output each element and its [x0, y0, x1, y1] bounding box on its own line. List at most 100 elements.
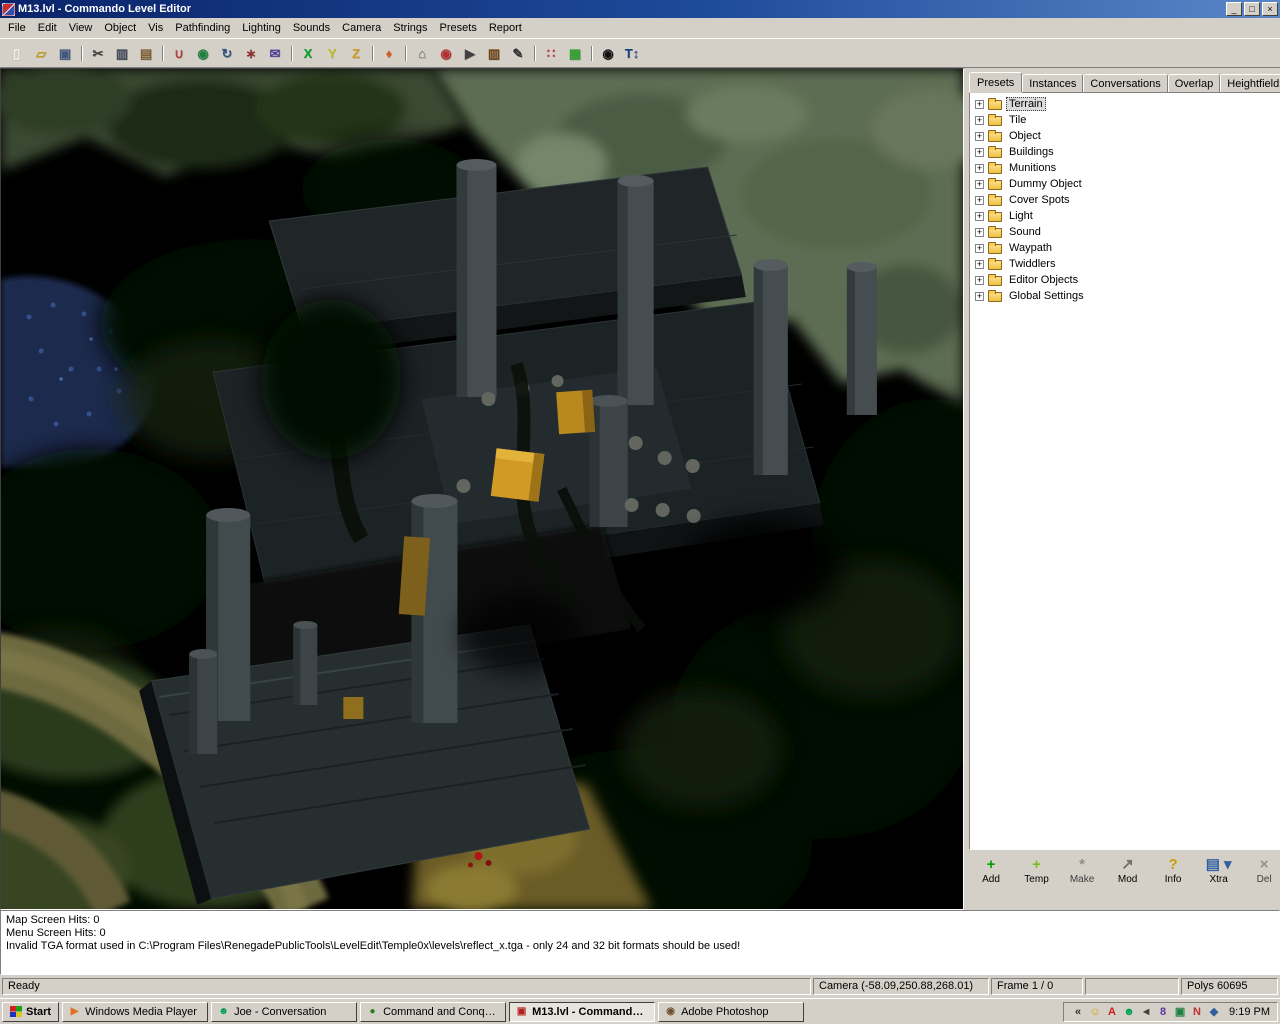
tree-item[interactable]: + Dummy Object	[972, 176, 1280, 192]
tree-item[interactable]: + Global Settings	[972, 288, 1280, 304]
preset-action-button[interactable]: ▤ ▾ Xtra	[1201, 855, 1237, 893]
preset-action-button[interactable]: ? Info	[1155, 855, 1191, 893]
expand-icon[interactable]: +	[975, 260, 984, 269]
menu-item[interactable]: File	[2, 19, 32, 37]
toolbar-button[interactable]: ▦	[563, 42, 587, 65]
toolbar-button[interactable]: ◉	[596, 42, 620, 65]
tree-item[interactable]: + Twiddlers	[972, 256, 1280, 272]
tree-item[interactable]: + Light	[972, 208, 1280, 224]
task-app-icon: ●	[366, 1005, 379, 1018]
expand-icon[interactable]: +	[975, 292, 984, 301]
toolbar-button[interactable]: ▱	[29, 42, 53, 65]
preset-action-button[interactable]: ↗ Mod	[1110, 855, 1146, 893]
toolbar-button[interactable]: ▤	[134, 42, 158, 65]
expand-icon[interactable]: +	[975, 148, 984, 157]
toolbar-button[interactable]: Z	[344, 42, 368, 65]
expand-icon[interactable]: +	[975, 132, 984, 141]
tree-item[interactable]: + Munitions	[972, 160, 1280, 176]
menu-item[interactable]: Presets	[434, 19, 483, 37]
preset-action-button[interactable]: + Temp	[1019, 855, 1055, 893]
taskbar-clock[interactable]: 9:19 PM	[1224, 1006, 1270, 1018]
toolbar-button[interactable]: ↻	[215, 42, 239, 65]
menu-item[interactable]: Camera	[336, 19, 387, 37]
panel-tab[interactable]: Presets	[969, 72, 1022, 92]
window-control-button[interactable]: ×	[1262, 2, 1278, 16]
expand-icon[interactable]: +	[975, 164, 984, 173]
tree-item[interactable]: + Buildings	[972, 144, 1280, 160]
toolbar-button[interactable]: ▯	[5, 42, 29, 65]
toolbar-button[interactable]: ▣	[53, 42, 77, 65]
menu-item[interactable]: Report	[483, 19, 528, 37]
preset-action-button[interactable]: × Del	[1246, 855, 1280, 893]
panel-tab[interactable]: Instances	[1022, 74, 1083, 92]
menu-item[interactable]: View	[63, 19, 99, 37]
menu-item[interactable]: Edit	[32, 19, 63, 37]
menu-item[interactable]: Pathfinding	[169, 19, 236, 37]
toolbar-button[interactable]: X	[296, 42, 320, 65]
toolbar-button[interactable]: ▶	[458, 42, 482, 65]
menu-item[interactable]: Sounds	[287, 19, 336, 37]
output-log[interactable]: Map Screen Hits: 0 Menu Screen Hits: 0 I…	[0, 910, 1280, 975]
toolbar-button[interactable]: ◉	[434, 42, 458, 65]
toolbar-button[interactable]: ◉	[191, 42, 215, 65]
toolbar-button[interactable]: ∷	[539, 42, 563, 65]
toolbar-button[interactable]: ▥	[110, 42, 134, 65]
menu-item[interactable]: Object	[98, 19, 142, 37]
taskbar-task-button[interactable]: ▶ Windows Media Player	[62, 1002, 208, 1022]
panel-tab[interactable]: Conversations	[1083, 74, 1167, 92]
tree-item[interactable]: + Waypath	[972, 240, 1280, 256]
toolbar-button[interactable]: ♦	[377, 42, 401, 65]
expand-icon[interactable]: +	[975, 228, 984, 237]
folder-icon	[988, 212, 1002, 222]
panel-tab[interactable]: Heightfield	[1220, 74, 1280, 92]
tray-icon[interactable]: N	[1190, 1004, 1204, 1020]
presets-tree[interactable]: + Terrain + Tile + Object	[969, 92, 1280, 850]
toolbar-button[interactable]: ⌂	[410, 42, 434, 65]
expand-icon[interactable]: +	[975, 180, 984, 189]
window-control-button[interactable]: □	[1244, 2, 1260, 16]
toolbar-button[interactable]: T↕	[620, 42, 644, 65]
expand-icon[interactable]: +	[975, 212, 984, 221]
toolbar-button[interactable]: ✉	[263, 42, 287, 65]
tray-icon[interactable]: ☻	[1122, 1004, 1136, 1020]
taskbar-task-button[interactable]: ● Command and Conquer: ...	[360, 1002, 506, 1022]
toolbar-button[interactable]: Y	[320, 42, 344, 65]
panel-tab[interactable]: Overlap	[1168, 74, 1221, 92]
tray-icon[interactable]: A	[1105, 1004, 1119, 1020]
menu-item[interactable]: Strings	[387, 19, 433, 37]
toolbar-button-icon: ∷	[547, 47, 555, 60]
preset-action-button[interactable]: + Add	[973, 855, 1009, 893]
tray-icon[interactable]: ▣	[1173, 1004, 1187, 1020]
tray-icon[interactable]: 8	[1156, 1004, 1170, 1020]
expand-icon[interactable]: +	[975, 244, 984, 253]
tray-icon[interactable]: ◄	[1139, 1004, 1153, 1020]
tray-icon[interactable]: ◆	[1207, 1004, 1221, 1020]
toolbar-button[interactable]: ✎	[506, 42, 530, 65]
expand-icon[interactable]: +	[975, 116, 984, 125]
preset-action-button[interactable]: * Make	[1064, 855, 1100, 893]
taskbar-task-button[interactable]: ▣ M13.lvl - Commando ...	[509, 1002, 655, 1022]
tray-icon[interactable]: «	[1071, 1004, 1085, 1020]
toolbar-button[interactable]: ∪	[167, 42, 191, 65]
expand-icon[interactable]: +	[975, 100, 984, 109]
window-control-button[interactable]: _	[1226, 2, 1242, 16]
menu-item[interactable]: Vis	[142, 19, 169, 37]
start-button[interactable]: Start	[2, 1002, 59, 1022]
tree-item[interactable]: + Cover Spots	[972, 192, 1280, 208]
tree-item[interactable]: + Tile	[972, 112, 1280, 128]
tree-item[interactable]: + Sound	[972, 224, 1280, 240]
toolbar-button[interactable]: ∗	[239, 42, 263, 65]
taskbar-task-button[interactable]: ◉ Adobe Photoshop	[658, 1002, 804, 1022]
toolbar-button[interactable]: ▥	[482, 42, 506, 65]
expand-icon[interactable]: +	[975, 196, 984, 205]
taskbar-task-button[interactable]: ☻ Joe - Conversation	[211, 1002, 357, 1022]
expand-icon[interactable]: +	[975, 276, 984, 285]
tray-icon[interactable]: ☺	[1088, 1004, 1102, 1020]
tree-item[interactable]: + Terrain	[972, 96, 1280, 112]
toolbar-button[interactable]: ✂	[86, 42, 110, 65]
tree-item[interactable]: + Object	[972, 128, 1280, 144]
menu-item[interactable]: Lighting	[236, 19, 287, 37]
tree-item[interactable]: + Editor Objects	[972, 272, 1280, 288]
viewport-3d-scene[interactable]	[0, 68, 964, 910]
window-titlebar[interactable]: M13.lvl - Commando Level Editor _ □ ×	[0, 0, 1280, 18]
